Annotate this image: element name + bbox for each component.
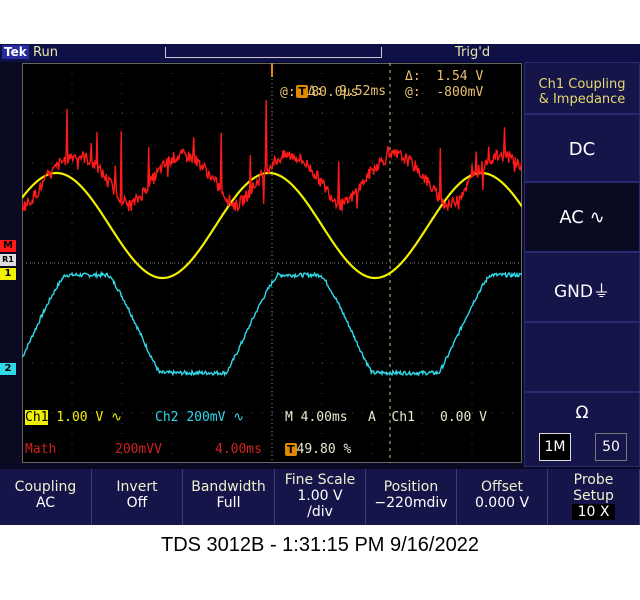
offset-menu-button[interactable]: Offset 0.000 V bbox=[457, 469, 548, 525]
ch1-status: Ch1 1.00 V ∿ bbox=[25, 410, 122, 425]
impedance-selector[interactable]: Ω 1M 50 bbox=[524, 392, 640, 467]
bandwidth-menu-button[interactable]: Bandwidth Full bbox=[183, 469, 275, 525]
coupling-label: Coupling bbox=[14, 479, 77, 495]
ref1-marker[interactable]: R1 bbox=[0, 254, 16, 266]
series-ch1-trace bbox=[21, 171, 523, 280]
cursor-voltage-readout: Δ: 1.54 V bbox=[405, 69, 484, 84]
coupling-menu-button[interactable]: Coupling AC bbox=[0, 469, 92, 525]
offset-label: Offset bbox=[480, 479, 524, 495]
ch2-status: Ch2 200mV ∿ bbox=[155, 410, 245, 425]
offset-value: 0.000 V bbox=[474, 495, 530, 511]
impedance-50-button[interactable]: 50 bbox=[595, 433, 627, 461]
ohm-icon: Ω bbox=[575, 403, 589, 423]
impedance-1m-button[interactable]: 1M bbox=[539, 433, 571, 461]
record-view-bar bbox=[165, 47, 382, 58]
math-scale-status: 200mVV bbox=[115, 442, 162, 457]
coupling-value: AC bbox=[35, 495, 56, 511]
timebase-status: M 4.00ms bbox=[285, 410, 348, 425]
trigger-position-icon: T bbox=[285, 443, 297, 456]
probe-setup-menu-button[interactable]: Probe Setup 10 X bbox=[548, 469, 640, 525]
trigger-source-status: A Ch1 bbox=[368, 410, 415, 425]
side-menu-title: Ch1 Coupling & Impedance bbox=[524, 62, 640, 114]
math-marker[interactable]: M bbox=[0, 240, 16, 252]
ch2-marker[interactable]: 2 bbox=[0, 363, 16, 375]
trigger-level-status: 0.00 V bbox=[440, 410, 487, 425]
trigger-state: Trig'd bbox=[455, 45, 491, 60]
invert-label: Invert bbox=[116, 479, 158, 495]
screenshot-caption: TDS 3012B - 1:31:15 PM 9/16/2022 bbox=[161, 534, 479, 556]
cursor-voltage-position: @: -800mV bbox=[405, 85, 484, 100]
status-bar: Tek Run Trig'd bbox=[0, 44, 640, 62]
position-value: −220mdiv bbox=[374, 495, 448, 511]
position-menu-button[interactable]: Position −220mdiv bbox=[366, 469, 457, 525]
invert-value: Off bbox=[126, 495, 148, 511]
probe-setup-label: Probe Setup bbox=[573, 472, 614, 504]
side-menu-empty[interactable] bbox=[524, 322, 640, 392]
acquisition-state: Run bbox=[33, 45, 58, 60]
waveform-plot bbox=[21, 63, 523, 463]
ch1-marker[interactable]: 1 bbox=[0, 268, 16, 280]
cursor-time-position: @: 80.0µs bbox=[280, 85, 359, 100]
coupling-dc-button[interactable]: DC bbox=[524, 114, 640, 182]
bandwidth-value: Full bbox=[216, 495, 241, 511]
fine-scale-value: 1.00 V /div bbox=[297, 488, 343, 520]
brand-logo: Tek bbox=[2, 45, 29, 59]
invert-menu-button[interactable]: Invert Off bbox=[92, 469, 183, 525]
fine-scale-menu-button[interactable]: Fine Scale 1.00 V /div bbox=[275, 469, 366, 525]
fine-scale-label: Fine Scale bbox=[284, 472, 356, 488]
math-time-status: 4.00ms bbox=[215, 442, 262, 457]
coupling-gnd-button[interactable]: GND⏚ bbox=[524, 252, 640, 322]
probe-setup-value: 10 X bbox=[571, 504, 616, 520]
trigger-position-status: T 49.80 % bbox=[285, 442, 352, 457]
waveform-grid[interactable] bbox=[21, 63, 523, 463]
oscilloscope-screen: Tek Run Trig'd T Δ: 9.52ms @: 80.0µs Δ: 1… bbox=[0, 44, 640, 525]
bandwidth-label: Bandwidth bbox=[191, 479, 266, 495]
math-status-label: Math bbox=[25, 442, 57, 457]
coupling-ac-button[interactable]: AC ∿ bbox=[524, 182, 640, 252]
position-label: Position bbox=[383, 479, 439, 495]
